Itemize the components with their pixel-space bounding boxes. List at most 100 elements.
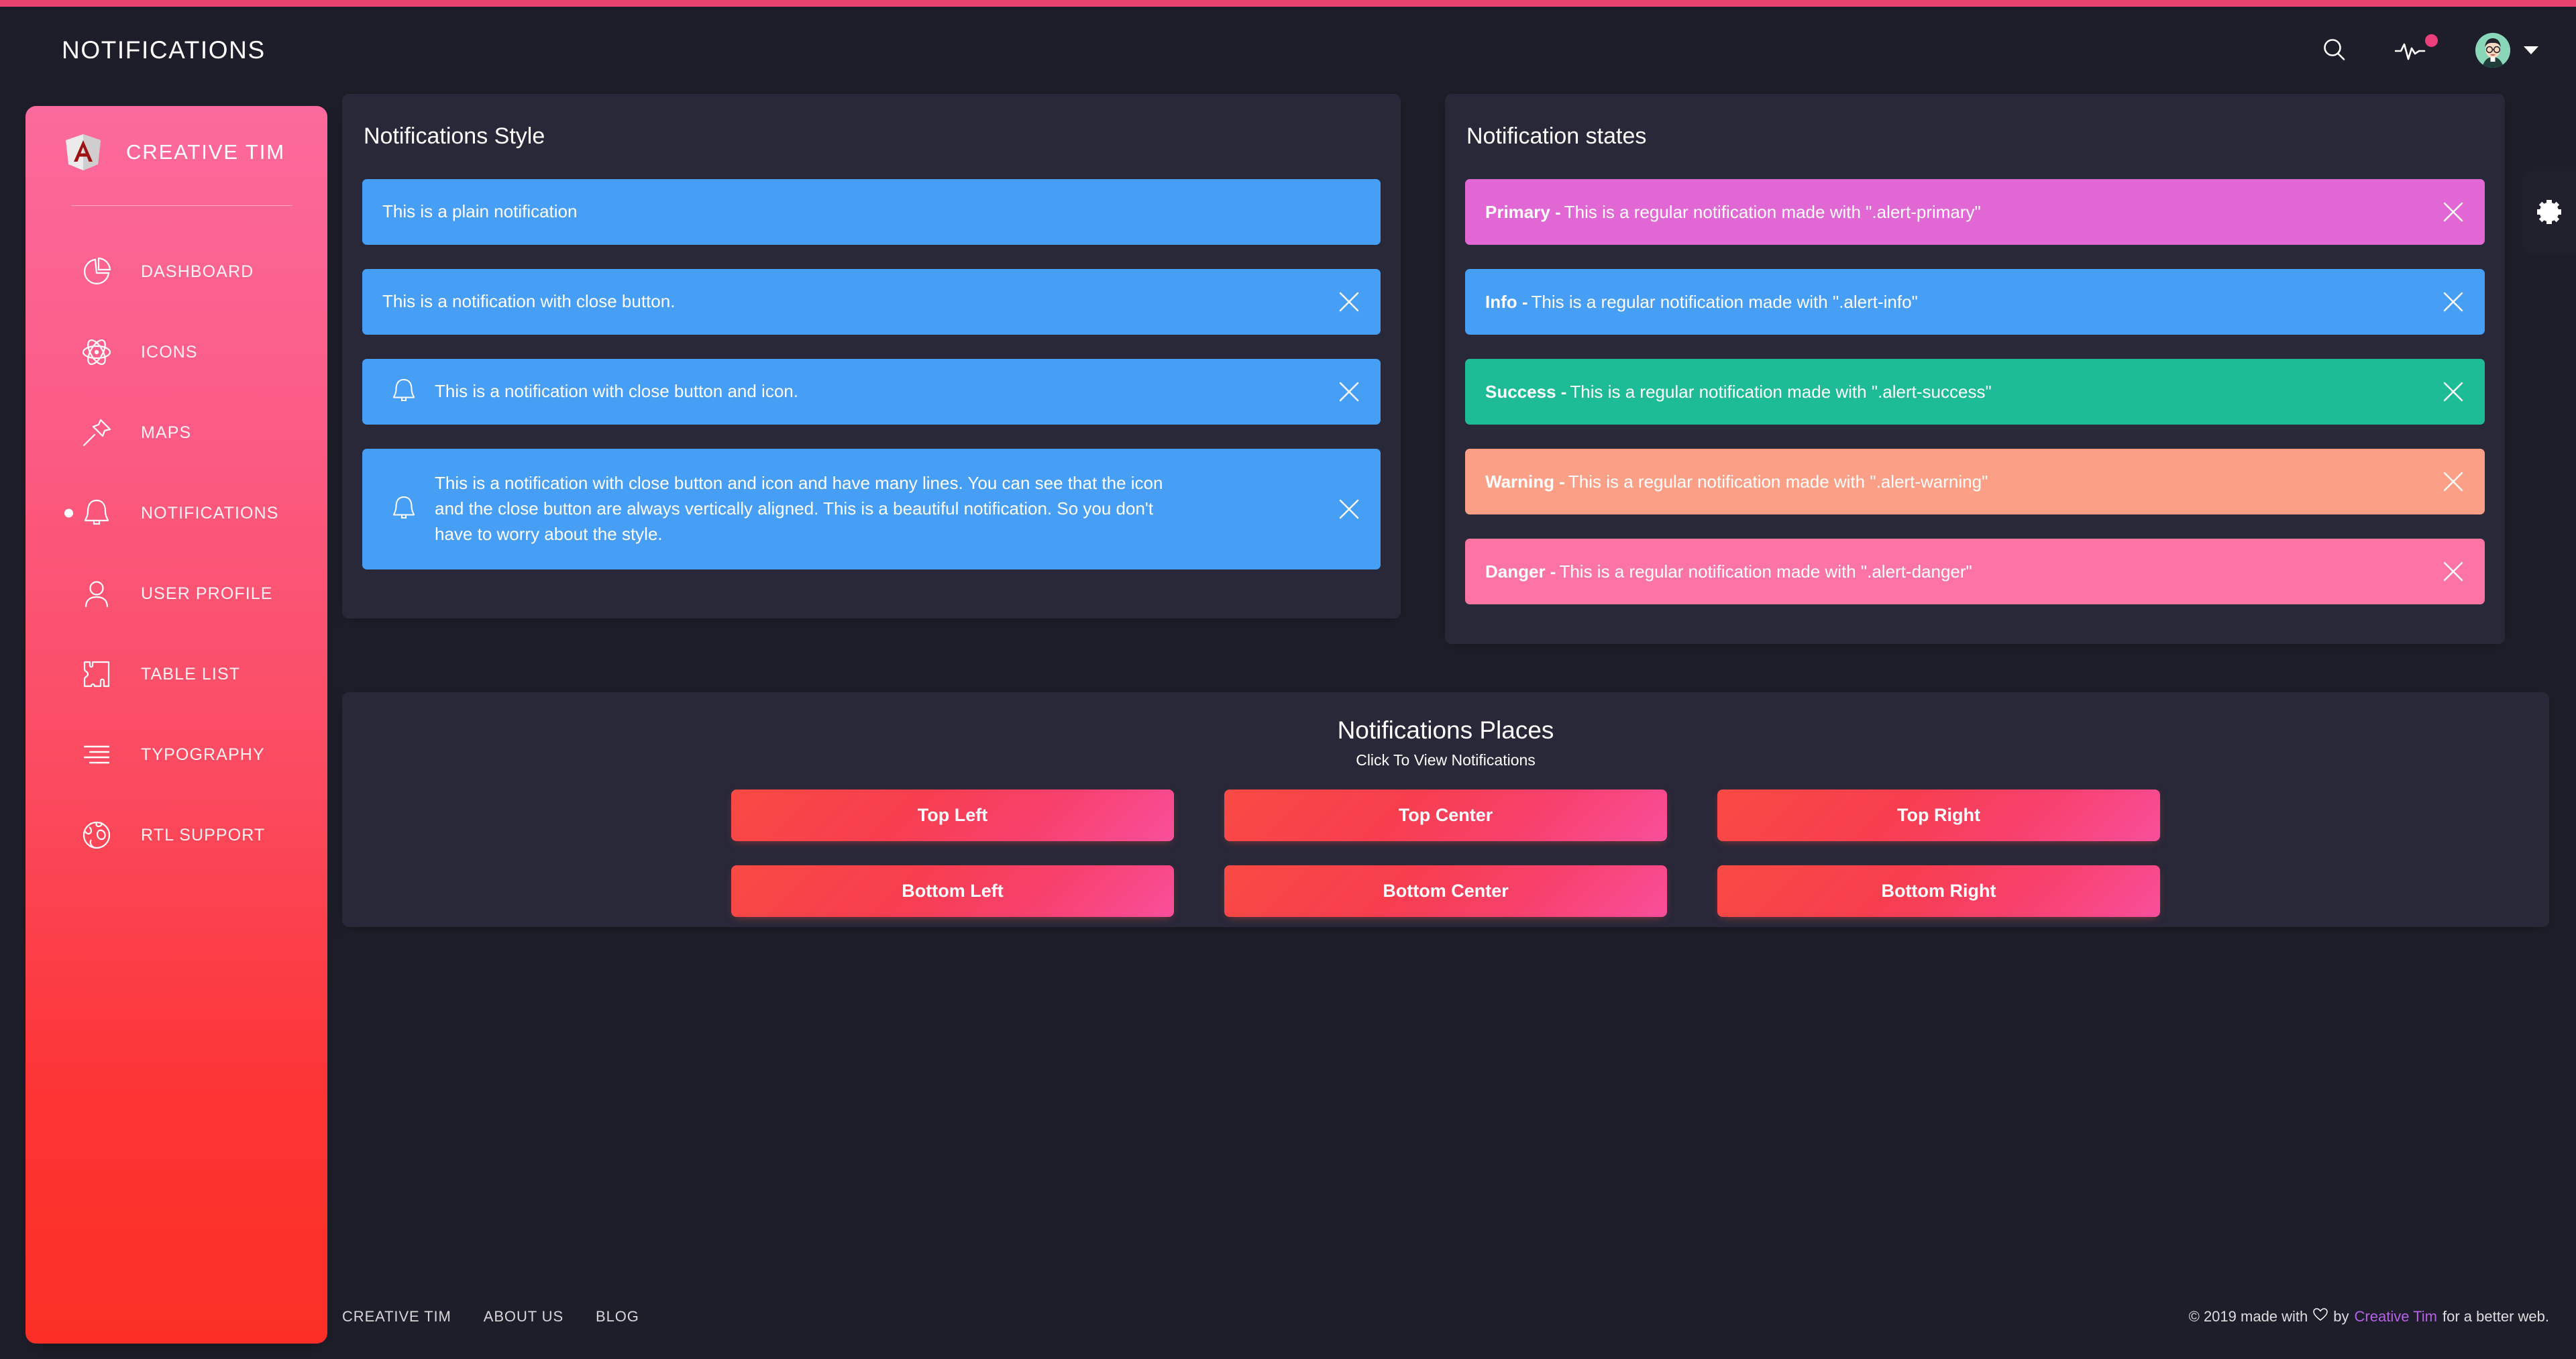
sidebar-item-maps[interactable]: MAPS xyxy=(25,392,327,473)
chevron-down-icon xyxy=(2524,46,2538,54)
alert-text: This is a regular notification made with… xyxy=(1531,291,1918,312)
close-icon[interactable] xyxy=(2439,378,2467,406)
footer-brand-link[interactable]: Creative Tim xyxy=(2355,1308,2437,1325)
alert-warning: Warning - This is a regular notification… xyxy=(1465,449,2485,514)
sidebar-brand-label: CREATIVE TIM xyxy=(126,140,285,164)
sidebar-item-table-list[interactable]: TABLE LIST xyxy=(25,634,327,714)
active-indicator-dot xyxy=(64,508,73,518)
notifications-places-grid: Top Left Top Center Top Right Bottom Lef… xyxy=(731,790,2160,917)
place-button-top-center[interactable]: Top Center xyxy=(1224,790,1667,841)
alert-label: Success - xyxy=(1485,381,1567,402)
gear-icon xyxy=(2534,196,2565,230)
bell-icon xyxy=(389,493,419,525)
search-icon[interactable] xyxy=(2320,36,2349,65)
alert-text: This is a regular notification made with… xyxy=(1570,381,1992,402)
angular-logo-icon xyxy=(64,133,102,172)
sidebar-item-icons[interactable]: ICONS xyxy=(25,312,327,392)
puzzle-icon xyxy=(78,655,115,693)
sidebar-item-label: ICONS xyxy=(141,342,198,362)
notification-states-title: Notification states xyxy=(1466,123,1647,149)
notification-badge xyxy=(2425,34,2438,47)
bell-icon xyxy=(389,376,419,408)
footer-link-blog[interactable]: BLOG xyxy=(596,1308,639,1325)
footer-copyright: © 2019 made with by Creative Tim for a b… xyxy=(2189,1308,2549,1325)
main-content: Notifications Style This is a plain noti… xyxy=(342,94,2549,927)
alert-success: Success - This is a regular notification… xyxy=(1465,359,2485,425)
sidebar-nav: DASHBOARD ICONS MAPS NOTIFICATIONS USER … xyxy=(25,231,327,875)
sidebar-item-label: MAPS xyxy=(141,423,192,442)
text-lines-icon xyxy=(78,736,115,773)
alert-text: This is a regular notification made with… xyxy=(1559,561,1972,582)
close-icon[interactable] xyxy=(2439,468,2467,496)
pie-chart-icon xyxy=(78,253,115,290)
navbar-actions xyxy=(2320,33,2538,68)
alert-info: Info - This is a regular notification ma… xyxy=(1465,269,2485,335)
place-button-bottom-left[interactable]: Bottom Left xyxy=(731,865,1174,917)
top-navbar: NOTIFICATIONS xyxy=(0,7,2576,94)
footer-link-about-us[interactable]: ABOUT US xyxy=(484,1308,564,1325)
alert-with-close-and-icon: This is a notification with close button… xyxy=(362,359,1381,425)
heart-icon xyxy=(2313,1308,2328,1325)
sidebar: CREATIVE TIM DASHBOARD ICONS MAPS NOTIFI… xyxy=(25,106,327,1344)
footer: CREATIVE TIM ABOUT US BLOG © 2019 made w… xyxy=(342,1293,2549,1340)
alert-text: This is a regular notification made with… xyxy=(1568,471,1988,492)
pin-icon xyxy=(78,414,115,451)
sidebar-item-user-profile[interactable]: USER PROFILE xyxy=(25,553,327,634)
place-button-bottom-center[interactable]: Bottom Center xyxy=(1224,865,1667,917)
globe-icon xyxy=(78,816,115,854)
user-icon xyxy=(78,575,115,612)
close-icon[interactable] xyxy=(2439,288,2467,316)
notifications-places-title: Notifications Places xyxy=(1337,716,1554,744)
alert-label: Primary - xyxy=(1485,201,1561,222)
sidebar-item-label: TYPOGRAPHY xyxy=(141,745,265,764)
notifications-style-column: Notifications Style This is a plain noti… xyxy=(342,94,1401,644)
sidebar-item-label: USER PROFILE xyxy=(141,584,273,603)
alert-plain: This is a plain notification xyxy=(362,179,1381,245)
alert-label: Info - xyxy=(1485,291,1528,312)
notifications-style-list: This is a plain notification This is a n… xyxy=(342,150,1401,569)
notification-states-card: Notification states Primary - This is a … xyxy=(1445,94,2505,644)
alert-text: This is a notification with close button… xyxy=(435,381,798,402)
close-icon[interactable] xyxy=(2439,557,2467,586)
copyright-by: by xyxy=(2333,1308,2349,1325)
place-button-bottom-right[interactable]: Bottom Right xyxy=(1717,865,2160,917)
alert-primary: Primary - This is a regular notification… xyxy=(1465,179,2485,245)
alert-label: Danger - xyxy=(1485,561,1556,582)
alert-text: This is a notification with close button… xyxy=(382,291,676,312)
copyright-suffix: for a better web. xyxy=(2443,1308,2549,1325)
place-button-top-right[interactable]: Top Right xyxy=(1717,790,2160,841)
top-row: Notifications Style This is a plain noti… xyxy=(342,94,2549,644)
close-icon[interactable] xyxy=(1335,378,1363,406)
alert-text: This is a regular notification made with… xyxy=(1564,201,1981,222)
sidebar-brand[interactable]: CREATIVE TIM xyxy=(25,106,327,172)
close-icon[interactable] xyxy=(1335,288,1363,316)
notifications-places-card: Notifications Places Click To View Notif… xyxy=(342,692,2549,927)
copyright-prefix: © 2019 made with xyxy=(2188,1308,2308,1325)
notification-states-list: Primary - This is a regular notification… xyxy=(1445,150,2505,604)
footer-links: CREATIVE TIM ABOUT US BLOG xyxy=(342,1308,639,1325)
alert-label: Warning - xyxy=(1485,471,1565,492)
top-accent-bar xyxy=(0,0,2576,7)
sidebar-item-rtl-support[interactable]: RTL SUPPORT xyxy=(25,795,327,875)
sidebar-item-typography[interactable]: TYPOGRAPHY xyxy=(25,714,327,795)
close-icon[interactable] xyxy=(2439,198,2467,226)
place-button-top-left[interactable]: Top Left xyxy=(731,790,1174,841)
activity-pulse-icon[interactable] xyxy=(2395,34,2438,64)
notifications-style-title: Notifications Style xyxy=(364,123,545,149)
notification-states-column: Notification states Primary - This is a … xyxy=(1445,94,2505,644)
page-title: NOTIFICATIONS xyxy=(62,36,266,64)
sidebar-item-notifications[interactable]: NOTIFICATIONS xyxy=(25,473,327,553)
sidebar-item-dashboard[interactable]: DASHBOARD xyxy=(25,231,327,312)
atom-icon xyxy=(78,333,115,371)
sidebar-item-label: NOTIFICATIONS xyxy=(141,503,279,523)
bell-icon xyxy=(78,494,115,532)
settings-panel-toggle[interactable] xyxy=(2522,171,2576,254)
sidebar-item-label: RTL SUPPORT xyxy=(141,825,266,845)
footer-link-creative-tim[interactable]: CREATIVE TIM xyxy=(342,1308,451,1325)
sidebar-item-label: DASHBOARD xyxy=(141,262,254,281)
notifications-style-card: Notifications Style This is a plain noti… xyxy=(342,94,1401,618)
user-menu[interactable] xyxy=(2475,33,2538,68)
alert-text: This is a notification with close button… xyxy=(435,473,1163,544)
alert-multiline: This is a notification with close button… xyxy=(362,449,1381,569)
close-icon[interactable] xyxy=(1335,495,1363,523)
